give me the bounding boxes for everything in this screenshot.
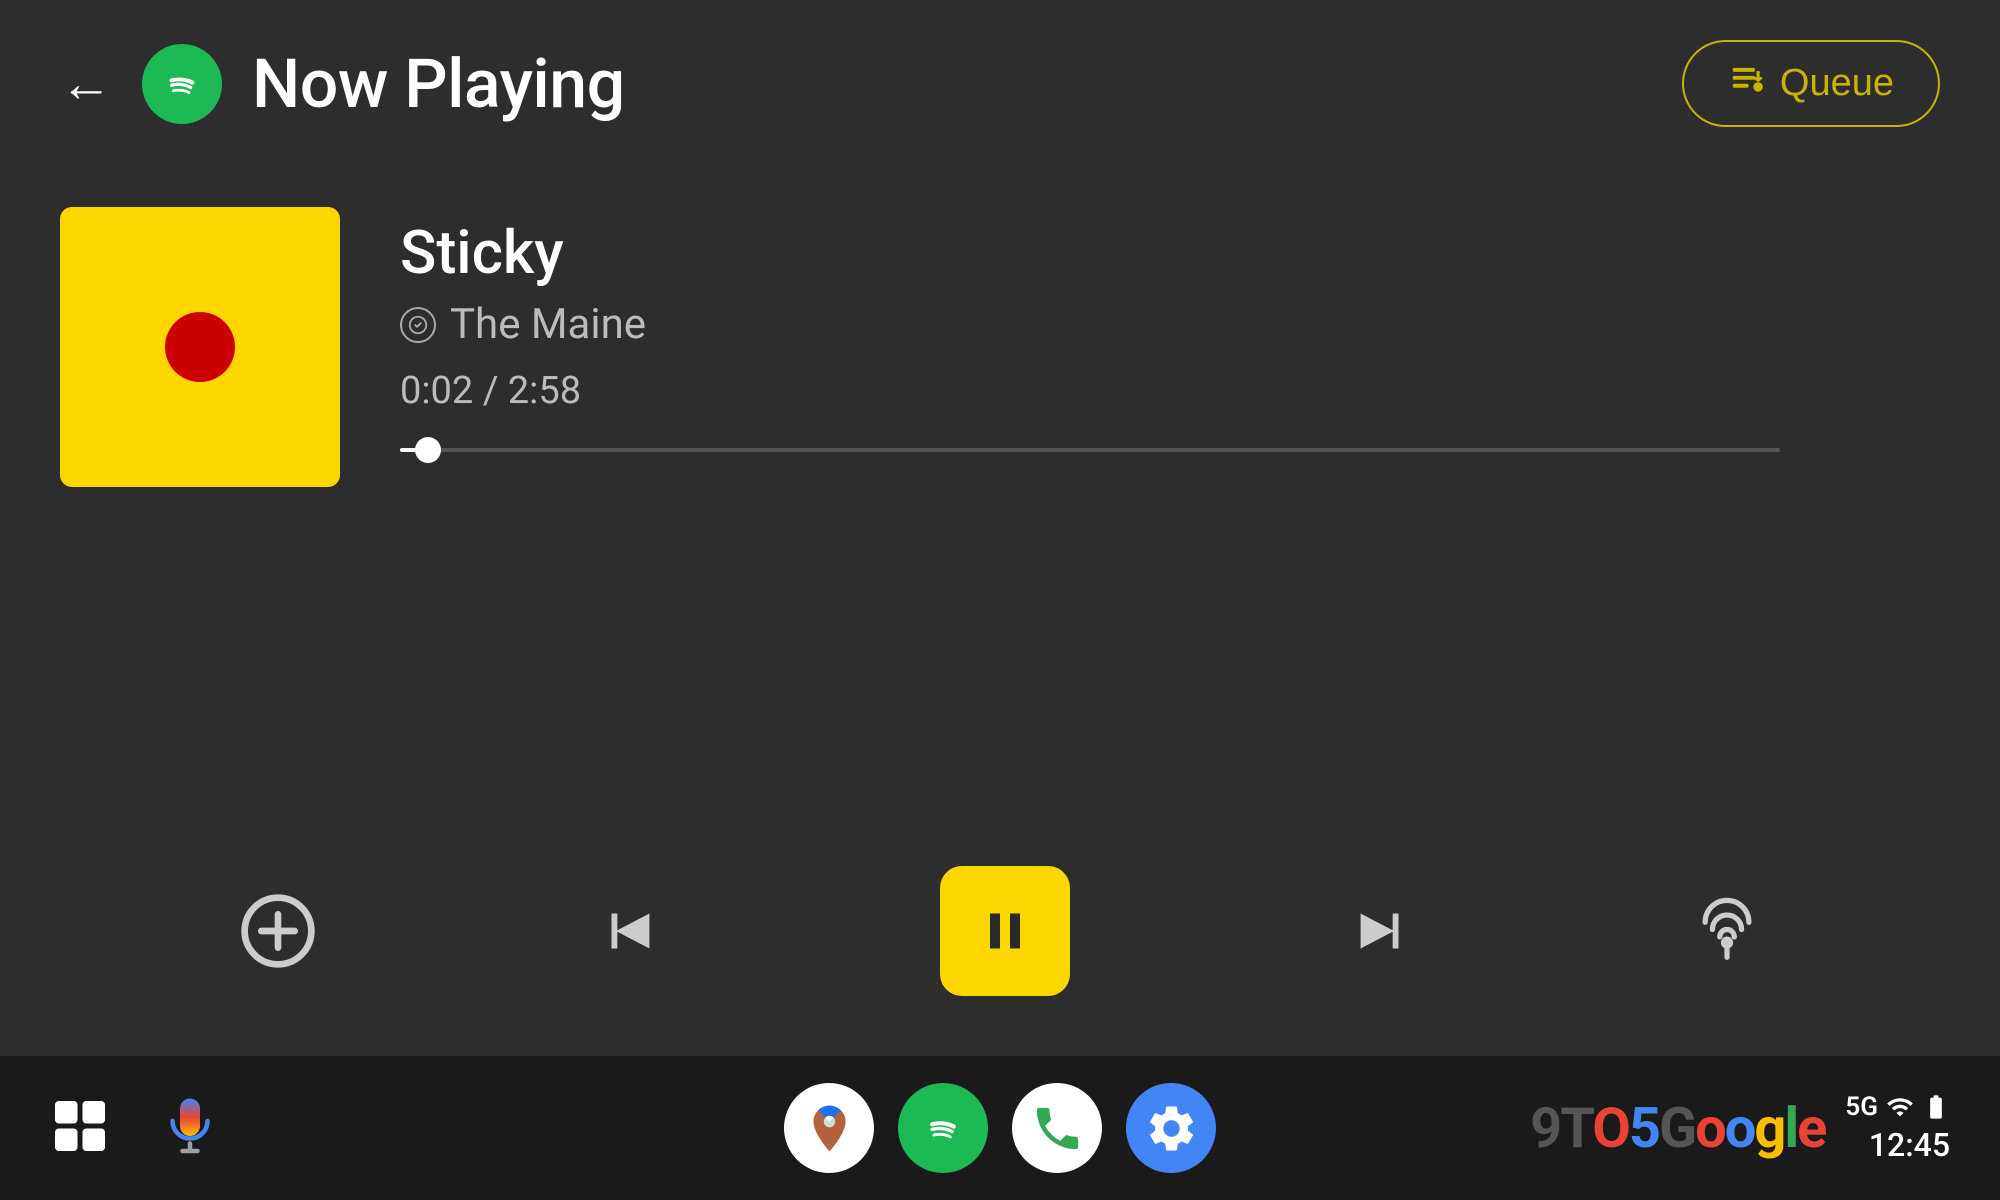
track-area: Sticky The Maine 0:02 / 2:58 (60, 187, 1940, 487)
artist-name: The Maine (450, 300, 646, 349)
back-button[interactable]: ← (60, 58, 112, 110)
header: ← Now Playing (60, 40, 1940, 127)
queue-label: Queue (1780, 62, 1894, 105)
settings-app-icon[interactable] (1126, 1083, 1216, 1173)
battery-icon (1922, 1093, 1950, 1121)
album-art (60, 207, 340, 487)
spotify-app-icon[interactable] (898, 1083, 988, 1173)
queue-icon (1728, 60, 1766, 107)
taskbar-center-apps (784, 1083, 1216, 1173)
status-bar-icons: 5G (1845, 1092, 1950, 1122)
album-art-dot (165, 312, 235, 382)
controls-area (0, 866, 2000, 996)
track-details: Sticky The Maine 0:02 / 2:58 (400, 207, 1940, 465)
radio-button[interactable] (1692, 896, 1762, 966)
progress-bar-container[interactable] (400, 435, 1780, 465)
maps-app-icon[interactable] (784, 1083, 874, 1173)
mic-icon[interactable] (160, 1096, 220, 1160)
taskbar: 9TO5Google 5G 12:45 (0, 1056, 2000, 1200)
skip-back-button[interactable] (594, 896, 664, 966)
status-area: 5G 12:45 (1845, 1092, 1950, 1164)
progress-thumb[interactable] (415, 437, 441, 463)
page-title: Now Playing (252, 44, 625, 124)
artist-row: The Maine (400, 300, 1940, 349)
queue-button[interactable]: Queue (1682, 40, 1940, 127)
taskbar-left (50, 1096, 220, 1160)
spotify-logo (142, 44, 222, 124)
header-left: ← Now Playing (60, 44, 625, 124)
time-display: 0:02 / 2:58 (400, 369, 1940, 413)
signal-icon (1886, 1093, 1914, 1121)
add-button[interactable] (238, 891, 318, 971)
status-time: 12:45 (1869, 1126, 1950, 1164)
pause-button[interactable] (940, 866, 1070, 996)
network-status: 5G (1845, 1092, 1878, 1122)
grid-icon[interactable] (50, 1096, 110, 1160)
watermark: 9TO5Google (1530, 1095, 1825, 1161)
progress-track (400, 448, 1780, 452)
phone-app-icon[interactable] (1012, 1083, 1102, 1173)
skip-forward-button[interactable] (1346, 896, 1416, 966)
taskbar-right: 9TO5Google 5G 12:45 (1530, 1092, 1950, 1164)
verified-icon (400, 307, 436, 343)
track-name: Sticky (400, 217, 1940, 288)
main-content: ← Now Playing (0, 0, 2000, 1056)
